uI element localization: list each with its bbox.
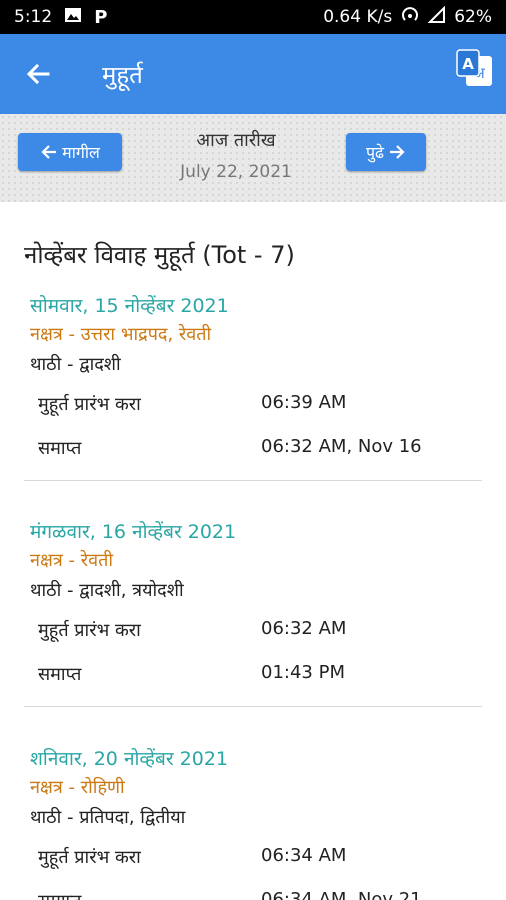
start-time: 06:34 AM [261,845,347,866]
translate-icon: अ A [456,49,492,86]
entry-date: मंगळवार, 16 नोव्हेंबर 2021 [30,521,237,543]
battery-level: 62% [454,7,492,27]
translate-button[interactable]: अ A [454,46,496,94]
start-time: 06:39 AM [261,392,347,413]
entry-date: शनिवार, 20 नोव्हेंबर 2021 [30,748,228,770]
end-time: 06:32 AM, Nov 16 [261,436,422,457]
paytm-icon: P [94,6,108,28]
hotspot-icon [400,5,420,30]
month-heading: नोव्हेंबर विवाह मुहूर्त (Tot - 7) [24,241,295,269]
entry-thathi: थाठी - द्वादशी, त्रयोदशी [30,580,184,601]
start-time: 06:32 AM [261,618,347,639]
start-label: मुहूर्त प्रारंभ करा [38,847,141,868]
back-button[interactable] [24,59,54,89]
entry-date: सोमवार, 15 नोव्हेंबर 2021 [30,295,229,317]
end-time: 01:43 PM [261,662,345,683]
muhurat-list[interactable]: नोव्हेंबर विवाह मुहूर्त (Tot - 7) सोमवार… [0,202,506,900]
end-label: समाप्त [38,664,82,685]
today-label: आज तारीख [196,130,276,151]
app-bar: मुहूर्त अ A [0,34,506,114]
end-label: समाप्त [38,438,82,459]
start-label: मुहूर्त प्रारंभ करा [38,620,141,641]
date-navigation: मागील आज तारीख July 22, 2021 पुढे [0,114,506,202]
entry-nakshatra: नक्षत्र - रेवती [30,550,114,571]
entry-nakshatra: नक्षत्र - उत्तरा भाद्रपद, रेवती [30,324,212,345]
previous-label: मागील [62,143,100,162]
entry-thathi: थाठी - द्वादशी [30,354,121,375]
svg-text:A: A [462,55,474,73]
start-label: मुहूर्त प्रारंभ करा [38,394,141,415]
arrow-right-icon [388,144,406,160]
divider [24,480,482,481]
end-time: 06:34 AM, Nov 21 [261,889,422,900]
today-date: July 22, 2021 [180,162,292,182]
status-bar: 5:12 P 0.64 K/s 62% [0,0,506,34]
entry-nakshatra: नक्षत्र - रोहिणी [30,777,125,798]
entry-thathi: थाठी - प्रतिपदा, द्वितीया [30,807,186,828]
network-speed: 0.64 K/s [323,7,393,27]
next-button[interactable]: पुढे [346,133,426,171]
next-label: पुढे [365,143,385,162]
gallery-icon [64,7,82,28]
previous-button[interactable]: मागील [18,133,122,171]
arrow-left-icon [40,144,58,160]
end-label: समाप्त [38,889,81,900]
divider [24,706,482,707]
today-date-block: आज तारीख July 22, 2021 [150,128,322,182]
page-title: मुहूर्त [102,60,143,89]
arrow-back-icon [26,63,50,85]
signal-icon [427,5,446,29]
status-time: 5:12 [14,7,53,27]
